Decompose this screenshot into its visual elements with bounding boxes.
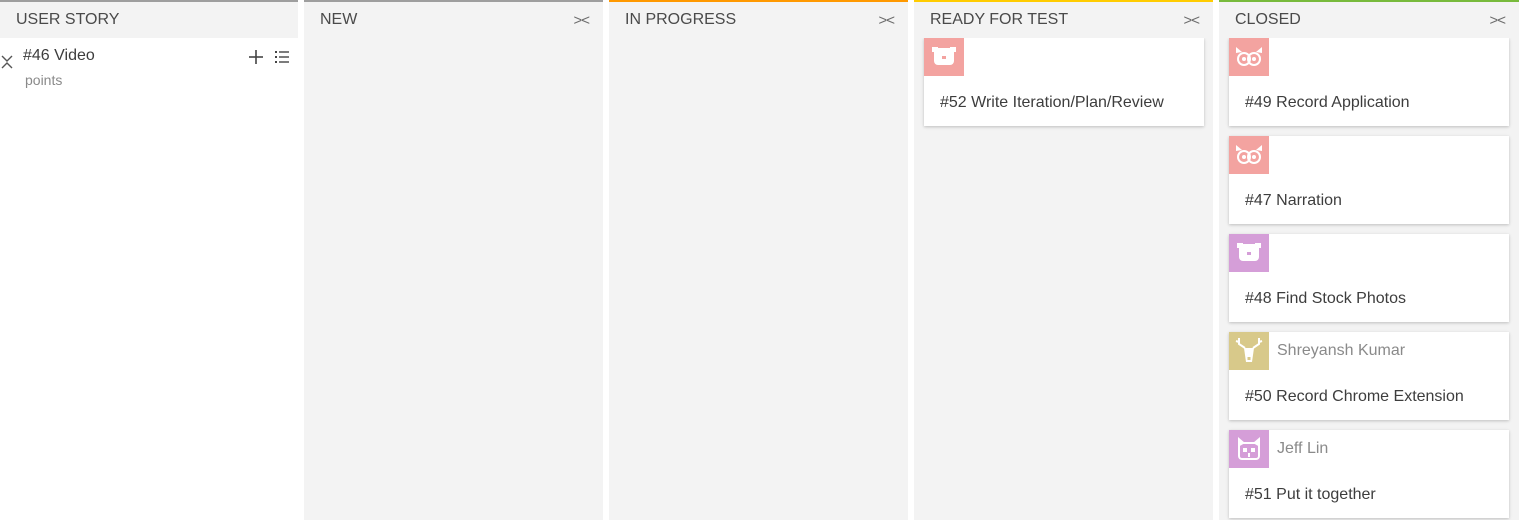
card-task-title[interactable]: #52 Write Iteration/Plan/Review xyxy=(940,94,1164,112)
new-body xyxy=(304,38,603,520)
card-assignee: Jeff Lin xyxy=(1277,440,1329,457)
new-header-title: NEW xyxy=(320,11,358,28)
owl-face-icon[interactable] xyxy=(1229,38,1269,76)
in-progress-header-title: IN PROGRESS xyxy=(625,11,737,28)
user-story-column: USER STORY #46 Video points xyxy=(0,0,298,520)
user-story-row: #46 Video points xyxy=(0,38,298,98)
task-card[interactable]: #47 Narration xyxy=(1229,136,1509,224)
collapse-column-icon[interactable]: >< xyxy=(573,12,590,29)
bulk-add-list-icon[interactable] xyxy=(274,48,290,66)
user-story-header: USER STORY xyxy=(0,0,298,38)
user-story-header-title: USER STORY xyxy=(16,11,120,28)
ready-for-test-header-title: READY FOR TEST xyxy=(930,11,1069,28)
new-header: NEW >< xyxy=(304,0,603,38)
task-card[interactable]: #52 Write Iteration/Plan/Review xyxy=(924,38,1204,126)
closed-body: #49 Record Application #47 Narration #48… xyxy=(1219,38,1519,520)
task-card[interactable]: #49 Record Application xyxy=(1229,38,1509,126)
expand-collapse-icon[interactable] xyxy=(1,51,13,69)
task-card[interactable]: Jeff Lin #51 Put it together xyxy=(1229,430,1509,518)
collapse-column-icon[interactable]: >< xyxy=(1183,12,1200,29)
task-card[interactable]: #48 Find Stock Photos xyxy=(1229,234,1509,322)
ready-for-test-header: READY FOR TEST >< xyxy=(914,0,1213,38)
story-points: points xyxy=(25,72,63,88)
in-progress-column: IN PROGRESS >< xyxy=(609,0,908,520)
collapse-column-icon[interactable]: >< xyxy=(1489,12,1506,29)
card-task-title[interactable]: #47 Narration xyxy=(1245,192,1342,210)
card-task-title[interactable]: #49 Record Application xyxy=(1245,94,1410,112)
in-progress-header: IN PROGRESS >< xyxy=(609,0,908,38)
ready-for-test-column: READY FOR TEST >< #52 Write Iteration/Pl… xyxy=(914,0,1213,520)
bear-face-icon[interactable] xyxy=(1229,234,1269,272)
card-task-title[interactable]: #48 Find Stock Photos xyxy=(1245,290,1406,308)
story-actions xyxy=(248,48,290,66)
owl-face-icon[interactable] xyxy=(1229,136,1269,174)
collapse-column-icon[interactable]: >< xyxy=(878,12,895,29)
ready-for-test-body: #52 Write Iteration/Plan/Review xyxy=(914,38,1213,520)
deer-face-icon[interactable] xyxy=(1229,332,1269,370)
card-task-title[interactable]: #50 Record Chrome Extension xyxy=(1245,388,1464,406)
bear-face-icon[interactable] xyxy=(924,38,964,76)
user-story-body: #46 Video points xyxy=(0,38,298,520)
closed-column: CLOSED >< #49 Record Application #47 Nar… xyxy=(1219,0,1519,520)
cat-face-icon[interactable] xyxy=(1229,430,1269,468)
new-column: NEW >< xyxy=(304,0,603,520)
card-assignee: Shreyansh Kumar xyxy=(1277,342,1406,359)
card-task-title[interactable]: #51 Put it together xyxy=(1245,486,1376,504)
task-card[interactable]: Shreyansh Kumar #50 Record Chrome Extens… xyxy=(1229,332,1509,420)
closed-header-title: CLOSED xyxy=(1235,11,1301,28)
closed-header: CLOSED >< xyxy=(1219,0,1519,38)
in-progress-body xyxy=(609,38,908,520)
add-task-icon[interactable] xyxy=(248,48,264,66)
story-title[interactable]: #46 Video xyxy=(23,47,95,65)
